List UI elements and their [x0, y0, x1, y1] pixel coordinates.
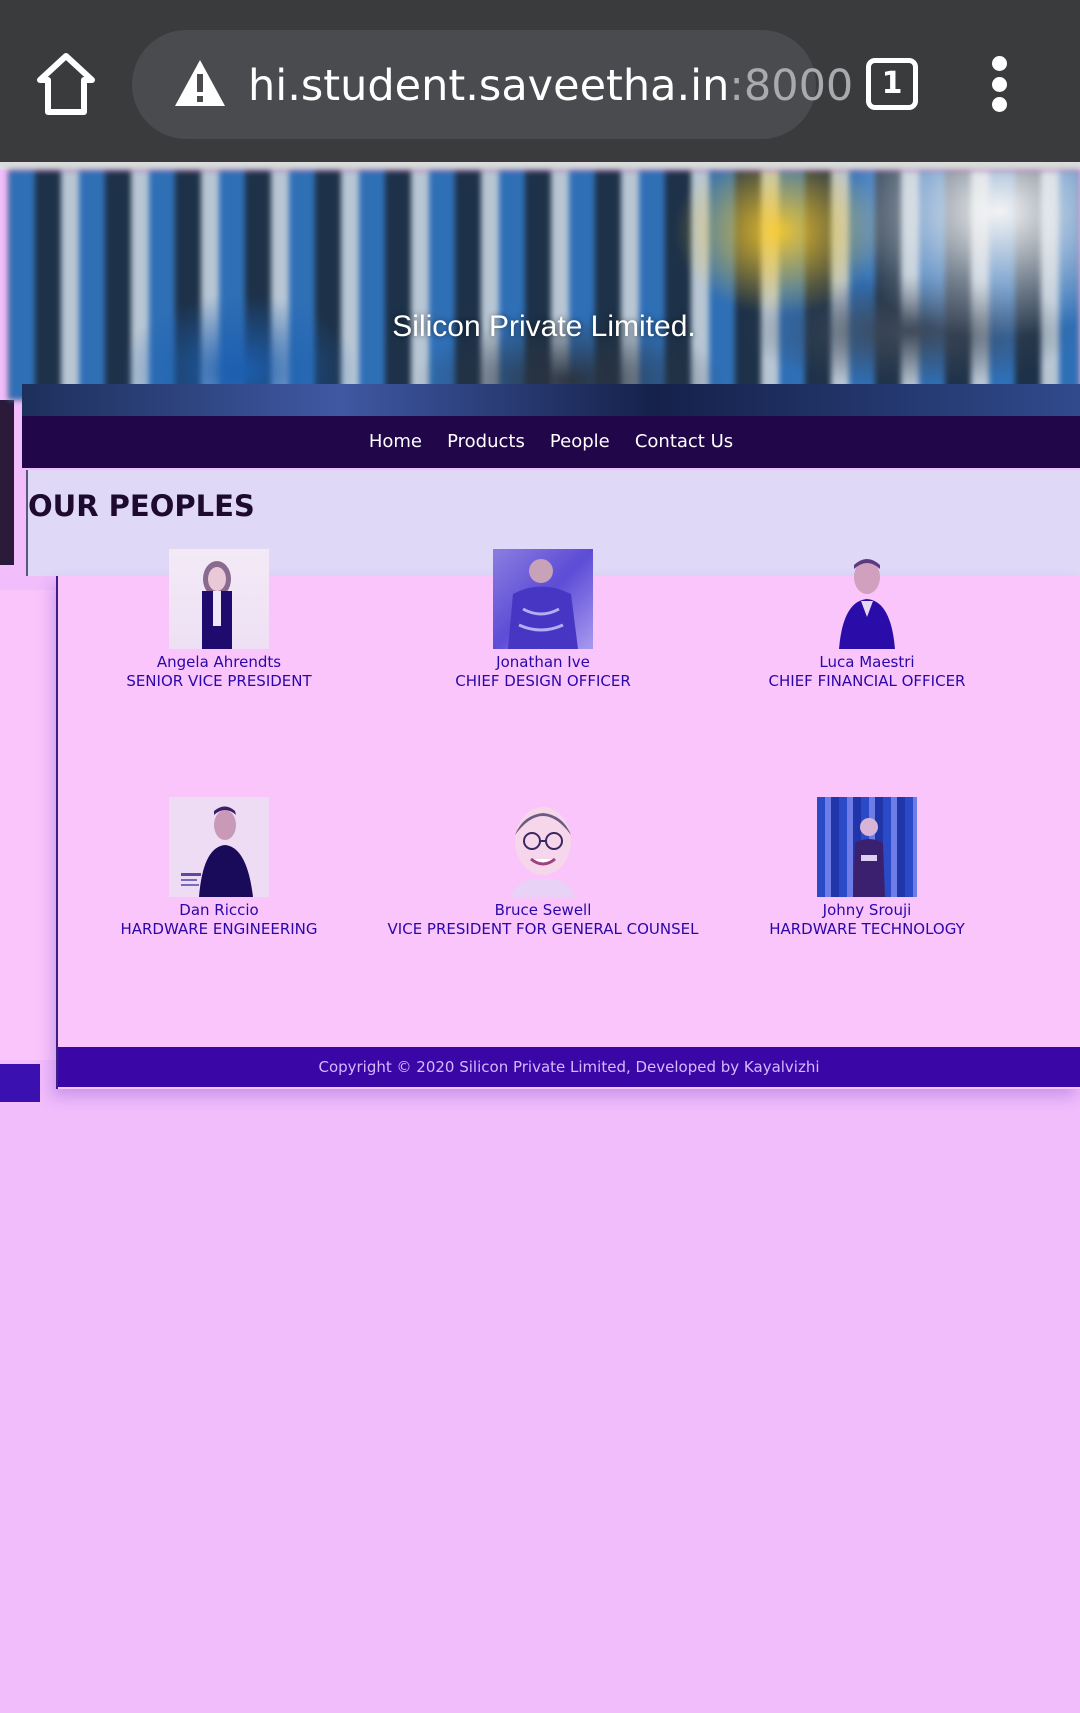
url-port: :8000: [729, 61, 854, 111]
chrome-divider: [0, 162, 1080, 170]
address-bar[interactable]: hi.student.saveetha.in:8000: [132, 30, 853, 139]
hero-banner-strip: [22, 384, 1080, 416]
person-photo: [493, 797, 593, 897]
page-edge-strip: [0, 400, 14, 565]
person-card: Angela Ahrendts SENIOR VICE PRESIDENT: [54, 549, 384, 691]
nav-people[interactable]: People: [550, 416, 610, 468]
section-heading: OUR PEOPLES: [28, 489, 255, 523]
person-photo: [169, 797, 269, 897]
nav-home[interactable]: Home: [369, 416, 422, 468]
footer-copyright: Copyright © 2020 Silicon Private Limited…: [318, 1058, 820, 1076]
home-icon[interactable]: [36, 50, 96, 118]
person-photo: [493, 549, 593, 649]
nav-contact-us[interactable]: Contact Us: [635, 416, 733, 468]
url-text[interactable]: hi.student.saveetha.in:8000: [248, 56, 853, 116]
site-title: Silicon Private Limited.: [392, 310, 696, 343]
person-role: CHIEF FINANCIAL OFFICER: [768, 672, 966, 690]
person-name: Dan Riccio: [179, 901, 259, 919]
person-photo: [817, 549, 917, 649]
person-role: CHIEF DESIGN OFFICER: [455, 672, 631, 690]
person-role: HARDWARE ENGINEERING: [120, 920, 318, 938]
person-name: Bruce Sewell: [494, 901, 592, 919]
browser-toolbar: hi.student.saveetha.in:8000 1: [0, 0, 1080, 162]
person-card: Luca Maestri CHIEF FINANCIAL OFFICER: [702, 549, 1032, 691]
person-card: Jonathan Ive CHIEF DESIGN OFFICER: [378, 549, 708, 691]
left-decor-bar: [0, 1064, 40, 1102]
person-card: Dan Riccio HARDWARE ENGINEERING: [54, 797, 384, 939]
url-host: hi.student.saveetha.in: [248, 61, 730, 111]
person-role: HARDWARE TECHNOLOGY: [769, 920, 965, 938]
hero-banner-image: [8, 170, 1080, 400]
person-photo: [169, 549, 269, 649]
more-vert-icon[interactable]: [988, 56, 1012, 112]
person-name: Jonathan Ive: [496, 653, 590, 671]
warning-icon[interactable]: [172, 56, 228, 110]
page-left-band: [0, 590, 56, 1060]
footer: Copyright © 2020 Silicon Private Limited…: [58, 1047, 1080, 1087]
person-name: Luca Maestri: [819, 653, 915, 671]
person-card: Johny Srouji HARDWARE TECHNOLOGY: [702, 797, 1032, 939]
person-role: VICE PRESIDENT FOR GENERAL COUNSEL: [387, 920, 699, 938]
person-photo: [817, 797, 917, 897]
person-name: Angela Ahrendts: [156, 653, 282, 671]
main-nav: Home Products People Contact Us: [22, 416, 1080, 468]
person-name: Johny Srouji: [822, 901, 912, 919]
nav-products[interactable]: Products: [447, 416, 525, 468]
person-card: Bruce Sewell VICE PRESIDENT FOR GENERAL …: [378, 797, 708, 939]
tabs-icon[interactable]: 1: [866, 58, 918, 110]
person-role: SENIOR VICE PRESIDENT: [126, 672, 312, 690]
